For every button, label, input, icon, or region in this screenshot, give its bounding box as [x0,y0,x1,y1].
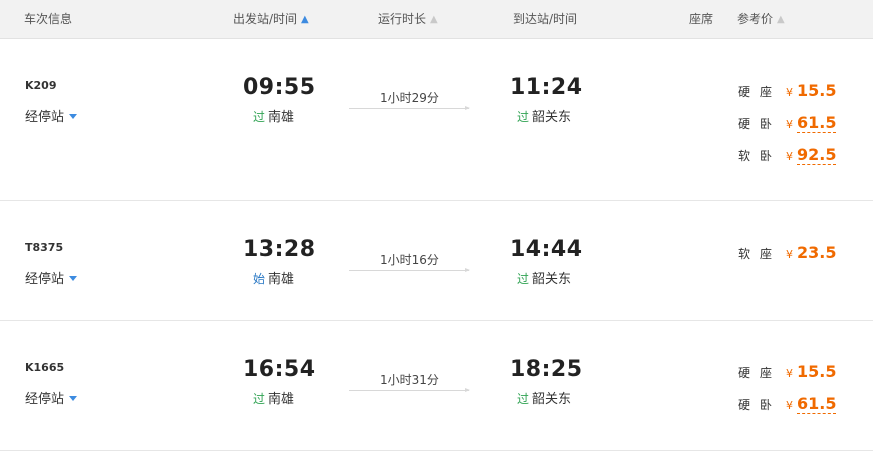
depart-time: 13:28 [243,237,316,262]
pass-tag: 过 [253,392,266,406]
arrive-station-name: 韶关东 [532,272,572,287]
depart-time: 16:54 [243,357,316,382]
header-depart-label: 出发站/时间 [233,12,298,26]
currency: ¥ [786,150,793,163]
arrive-station: 过韶关东 [517,388,571,407]
pass-tag: 过 [517,110,530,124]
sort-icon: ▲ [777,14,785,25]
currency: ¥ [786,86,793,99]
price-amount-link[interactable]: 92.5 [797,146,837,165]
arrive-time: 11:24 [510,75,583,100]
currency: ¥ [786,367,793,380]
duration-text: 1小时16分 [380,253,439,267]
duration-arrow [349,106,470,110]
seat-type: 硬座 [738,366,783,380]
duration-text: 1小时31分 [380,373,439,387]
train-row: T8375 经停站 13:28 始南雄 1小时16分 14:44 过韶关东 软座… [0,201,873,321]
duration-arrow [349,388,470,392]
train-number[interactable]: K209 [25,79,57,92]
header-price-sort[interactable]: 参考价 ▲ [737,0,785,38]
stops-dropdown[interactable]: 经停站 [25,106,78,125]
seat-type: 软座 [738,247,783,261]
currency: ¥ [786,399,793,412]
header-train-info: 车次信息 [24,12,73,26]
stops-label: 经停站 [25,272,65,287]
pass-tag: 过 [517,392,530,406]
price-amount-link[interactable]: 61.5 [797,395,837,414]
currency: ¥ [786,118,793,131]
pass-tag: 过 [253,110,266,124]
price-item: 硬卧 ¥61.5 [738,107,837,139]
seat-type: 硬座 [738,85,783,99]
arrive-station-name: 韶关东 [532,392,572,407]
price-list: 硬座 ¥15.5 硬卧 ¥61.5 软卧 ¥92.5 [738,75,837,171]
table-header: 车次信息 出发站/时间 ▲ 运行时长 ▲ 到达站/时间 座席 参考价 ▲ [0,0,873,39]
price-amount: 15.5 [797,362,837,381]
price-list: 硬座 ¥15.5 硬卧 ¥61.5 [738,356,837,420]
arrive-station: 过韶关东 [517,106,571,125]
sort-icon: ▲ [430,14,438,25]
duration-text: 1小时29分 [380,91,439,105]
pass-tag: 过 [517,272,530,286]
start-tag: 始 [253,272,266,286]
price-amount: 23.5 [797,243,837,262]
caret-down-icon [69,114,78,119]
header-seat: 座席 [689,12,714,26]
price-item: 硬座 ¥15.5 [738,75,836,107]
sort-up-icon: ▲ [301,14,309,25]
caret-down-icon [69,276,78,281]
header-arrive: 到达站/时间 [513,12,578,26]
depart-station-name: 南雄 [268,392,295,407]
price-item: 硬座 ¥15.5 [738,356,836,388]
arrive-station-name: 韶关东 [532,110,572,125]
stops-label: 经停站 [25,110,65,125]
stops-label: 经停站 [25,392,65,407]
price-amount: 15.5 [797,81,837,100]
depart-time: 09:55 [243,75,316,100]
train-row: K209 经停站 09:55 过南雄 1小时29分 11:24 过韶关东 硬座 ¥… [0,39,873,201]
price-item: 软卧 ¥92.5 [738,139,837,171]
depart-station-name: 南雄 [268,272,295,287]
seat-type: 硬卧 [738,398,783,412]
caret-down-icon [69,396,78,401]
seat-type: 硬卧 [738,117,783,131]
header-price-label: 参考价 [737,12,774,26]
depart-station-name: 南雄 [268,110,295,125]
arrive-time: 18:25 [510,357,583,382]
price-list: 软座 ¥23.5 [738,237,836,269]
train-number[interactable]: K1665 [25,361,64,374]
price-amount-link[interactable]: 61.5 [797,114,837,133]
train-row: K1665 经停站 16:54 过南雄 1小时31分 18:25 过韶关东 硬座… [0,321,873,451]
arrive-station: 过韶关东 [517,268,571,287]
train-number[interactable]: T8375 [25,241,63,254]
stops-dropdown[interactable]: 经停站 [25,388,78,407]
price-item: 软座 ¥23.5 [738,237,836,269]
header-duration-label: 运行时长 [378,12,427,26]
arrive-time: 14:44 [510,237,583,262]
header-depart-sort[interactable]: 出发站/时间 ▲ [233,0,309,38]
header-duration-sort[interactable]: 运行时长 ▲ [378,0,438,38]
duration-arrow [349,268,470,272]
seat-type: 软卧 [738,149,783,163]
depart-station: 过南雄 [253,106,294,125]
price-item: 硬卧 ¥61.5 [738,388,837,420]
depart-station: 过南雄 [253,388,294,407]
depart-station: 始南雄 [253,268,294,287]
stops-dropdown[interactable]: 经停站 [25,268,78,287]
currency: ¥ [786,248,793,261]
